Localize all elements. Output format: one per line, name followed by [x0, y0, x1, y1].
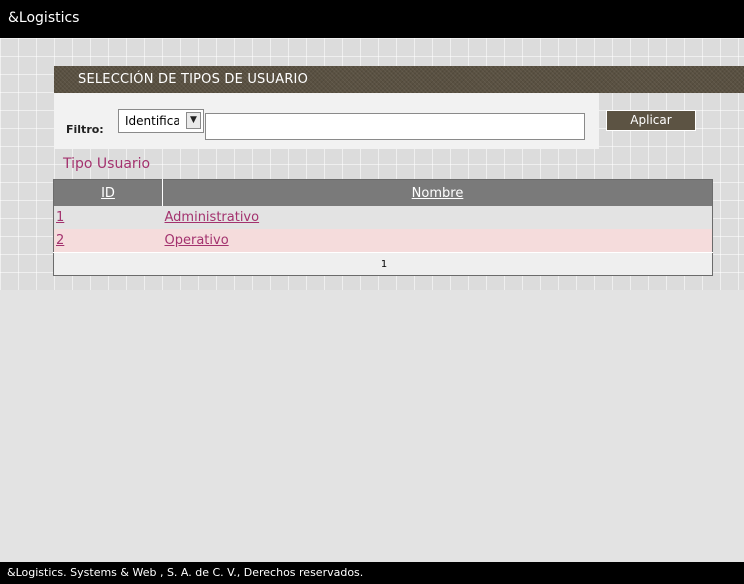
table-header-row: ID Nombre [53, 179, 713, 206]
table-row: 2 Operativo [53, 229, 713, 253]
filter-input[interactable] [205, 113, 585, 140]
filter-label: Filtro: [66, 123, 104, 136]
table-row: 1 Administrativo [53, 206, 713, 229]
app-title: &Logistics [8, 10, 80, 26]
chevron-down-icon[interactable]: ▼ [186, 112, 201, 129]
filter-field-value: Identificador [125, 114, 179, 128]
table-cell-name: Administrativo [163, 206, 713, 229]
footer-text: &Logistics. Systems & Web , S. A. de C. … [7, 566, 364, 579]
row-id-link[interactable]: 2 [56, 233, 64, 248]
filter-box: Filtro: Identificador ▼ [54, 93, 599, 149]
pager-row: 1 [53, 252, 713, 276]
footer: &Logistics. Systems & Web , S. A. de C. … [0, 562, 744, 584]
table-cell-id: 2 [54, 229, 163, 253]
pager-page[interactable]: 1 [53, 252, 713, 276]
filter-field-select[interactable]: Identificador ▼ [118, 109, 204, 133]
content-background [0, 290, 744, 562]
column-header-name[interactable]: Nombre [162, 179, 713, 206]
panel-title: SELECCIÓN DE TIPOS DE USUARIO [78, 72, 309, 87]
table-cell-name: Operativo [163, 229, 713, 253]
panel-header: SELECCIÓN DE TIPOS DE USUARIO [54, 66, 744, 93]
row-name-link[interactable]: Administrativo [165, 210, 260, 225]
column-header-id[interactable]: ID [53, 179, 163, 206]
row-name-link[interactable]: Operativo [165, 233, 229, 248]
table-cell-id: 1 [54, 206, 163, 229]
section-title: Tipo Usuario [63, 156, 151, 172]
user-types-table: ID Nombre 1 Administrativo 2 Operativo 1 [53, 179, 713, 276]
top-bar: &Logistics [0, 0, 744, 38]
row-id-link[interactable]: 1 [56, 210, 64, 225]
apply-button[interactable]: Aplicar [606, 110, 696, 131]
